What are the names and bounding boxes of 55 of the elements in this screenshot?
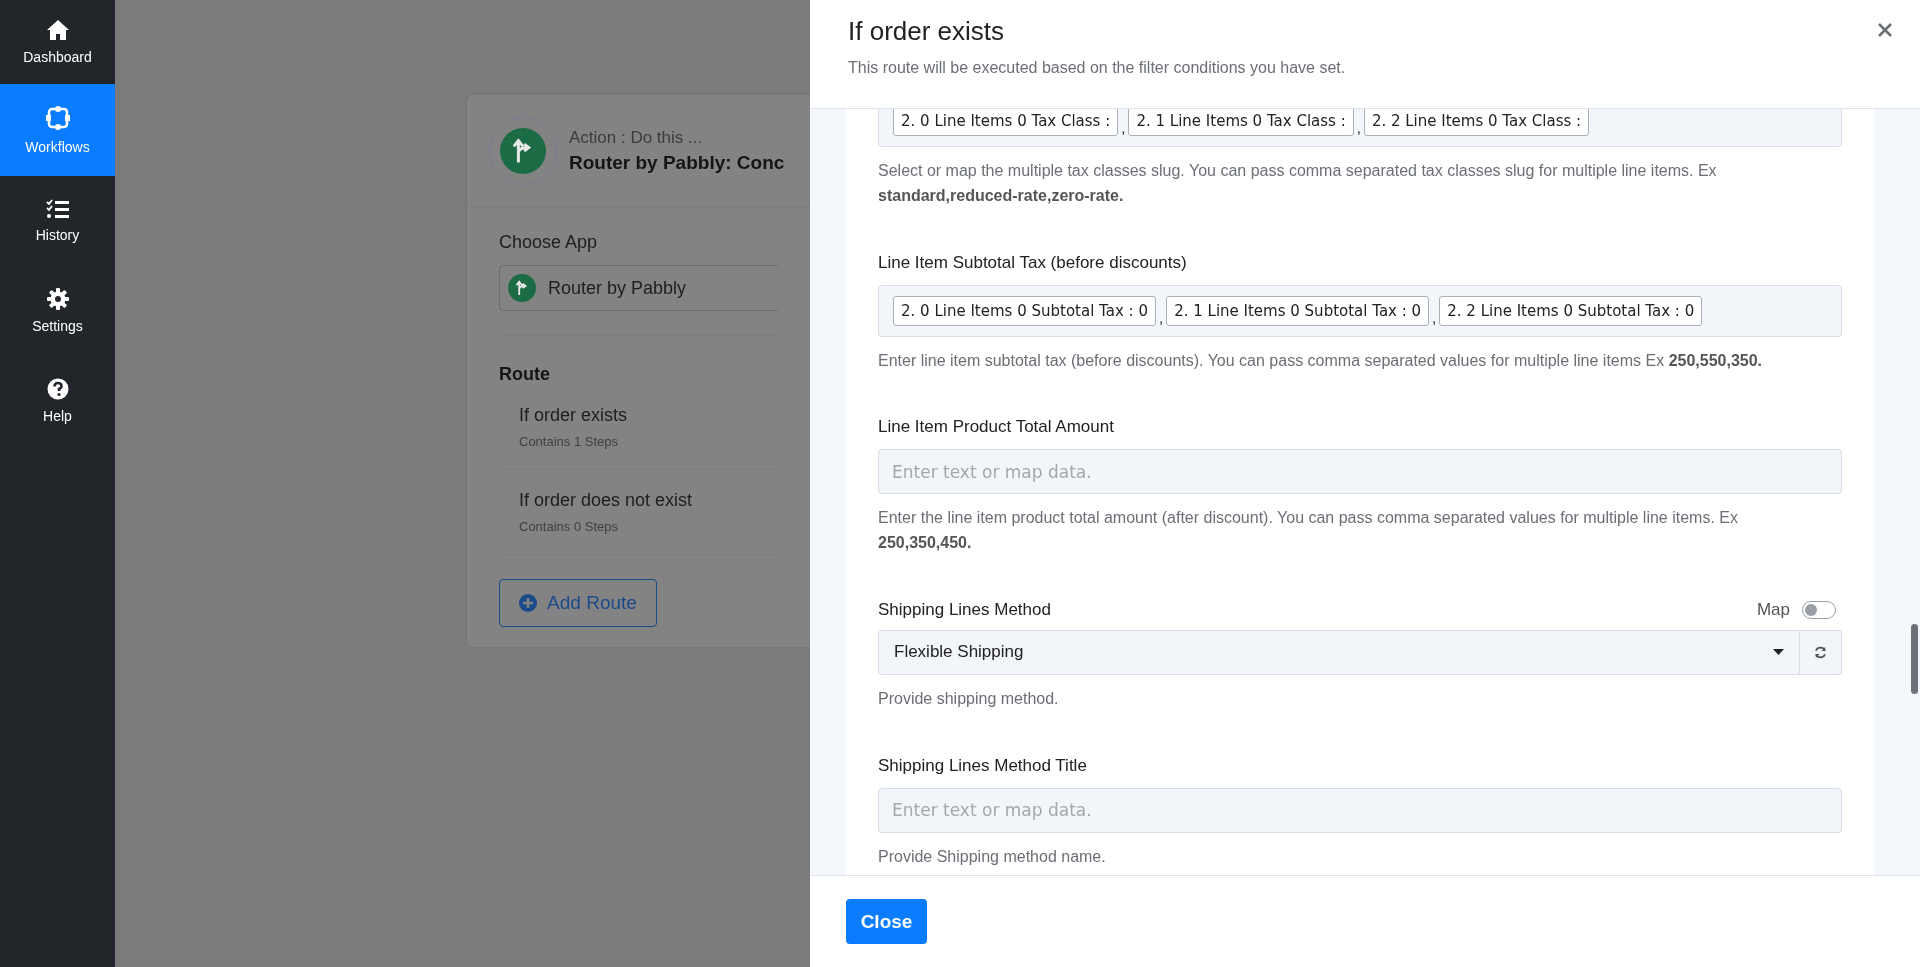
input-field[interactable]: Enter text or map data. bbox=[878, 449, 1842, 495]
action-title: Router by Pabbly: Conc bbox=[569, 152, 785, 174]
refresh-button[interactable] bbox=[1800, 630, 1842, 675]
route-name[interactable]: If order exists bbox=[519, 405, 758, 426]
input-field[interactable]: Enter text or map data. bbox=[878, 787, 1842, 833]
sidebar-item[interactable]: Settings bbox=[0, 266, 115, 356]
field-label: Line Item Product Total Amount bbox=[878, 417, 1115, 438]
route-steps: Contains 0 Steps bbox=[519, 519, 758, 534]
section-heading: Route bbox=[499, 335, 778, 385]
comma: , bbox=[1431, 308, 1438, 326]
tag-field[interactable]: 2. 0 Line Items 0 Subtotal Tax : 0 , 2. 1 Line Items 0 Subtotal Tax : 0 , 2. 2 Line Items 0 Subtotal Tax : 0 bbox=[878, 284, 1842, 337]
tag-field[interactable]: 2. 0 Line Items 0 Tax Class : , 2. 1 Line Items 0 Tax Class : , 2. 2 Line Items 0 Tax Class : bbox=[878, 109, 1842, 147]
route-name[interactable]: If order does not exist bbox=[519, 490, 758, 511]
field-label: Choose App bbox=[499, 232, 599, 253]
close-button[interactable]: Close bbox=[846, 899, 927, 944]
tag: 2. 0 Line Items 0 Tax Class : bbox=[893, 109, 1119, 136]
comma: , bbox=[1120, 119, 1127, 136]
help-text: Enter the line item product total amount (after discount). You can pass comma separated values for multiple line items. Ex 250,350,450. bbox=[878, 508, 1739, 554]
caret-icon bbox=[1773, 649, 1784, 656]
sidebar-item[interactable]: Dashboard bbox=[0, 0, 115, 84]
action-caption: Action : Do this ... bbox=[569, 128, 704, 148]
router-icon bbox=[508, 274, 536, 302]
home-icon bbox=[45, 19, 70, 41]
workflow-icon bbox=[44, 105, 71, 131]
help-icon bbox=[46, 378, 69, 400]
refresh-icon bbox=[1814, 646, 1827, 659]
drawer-subtitle: This route will be executed based on the filter conditions you have set. bbox=[848, 59, 1346, 77]
settings-icon bbox=[46, 288, 69, 310]
map-label: Map bbox=[1756, 600, 1790, 620]
comma: , bbox=[1157, 308, 1165, 326]
scrollbar-thumb[interactable] bbox=[1911, 624, 1918, 694]
tag: 2. 2 Line Items 0 Tax Class : bbox=[1363, 109, 1590, 136]
help-text: Select or map the multiple tax classes slug. You can pass comma separated tax classes slug for multiple line items. Ex standard,reduced-rate,zero-rate. bbox=[878, 161, 1718, 206]
router-icon bbox=[500, 128, 546, 174]
app-select[interactable]: Router by Pabbly bbox=[499, 265, 778, 311]
sidebar-item[interactable]: Help bbox=[0, 356, 115, 446]
field-label: Line Item Subtotal Tax (before discounts) bbox=[878, 252, 1188, 273]
help-text: Enter line item subtotal tax (before discounts). You can pass comma separated values for multiple line items Ex 250,550,350. bbox=[878, 350, 1764, 371]
comma: , bbox=[1355, 119, 1362, 136]
sidebar-item[interactable]: Workflows bbox=[0, 84, 115, 176]
tag: 2. 1 Line Items 0 Subtotal Tax : 0 bbox=[1166, 295, 1430, 326]
drawer-title: If order exists bbox=[848, 16, 1006, 47]
sidebar-item[interactable]: History bbox=[0, 176, 115, 266]
field-label: Shipping Lines Method Title bbox=[878, 755, 1088, 776]
tag: 2. 0 Line Items 0 Subtotal Tax : 0 bbox=[893, 295, 1156, 326]
help-text: Provide Shipping method name. bbox=[878, 846, 1107, 867]
help-text: Provide shipping method. bbox=[878, 689, 1060, 709]
route-steps: Contains 1 Steps bbox=[519, 434, 758, 449]
plus-icon bbox=[519, 594, 538, 612]
tag: 2. 1 Line Items 0 Tax Class : bbox=[1128, 109, 1354, 136]
checklist-icon bbox=[45, 199, 70, 219]
map-toggle[interactable] bbox=[1802, 601, 1836, 619]
select-field[interactable]: Flexible Shipping bbox=[878, 630, 1800, 675]
tag: 2. 2 Line Items 0 Subtotal Tax : 0 bbox=[1439, 295, 1703, 326]
field-label: Shipping Lines Method bbox=[878, 600, 1051, 620]
